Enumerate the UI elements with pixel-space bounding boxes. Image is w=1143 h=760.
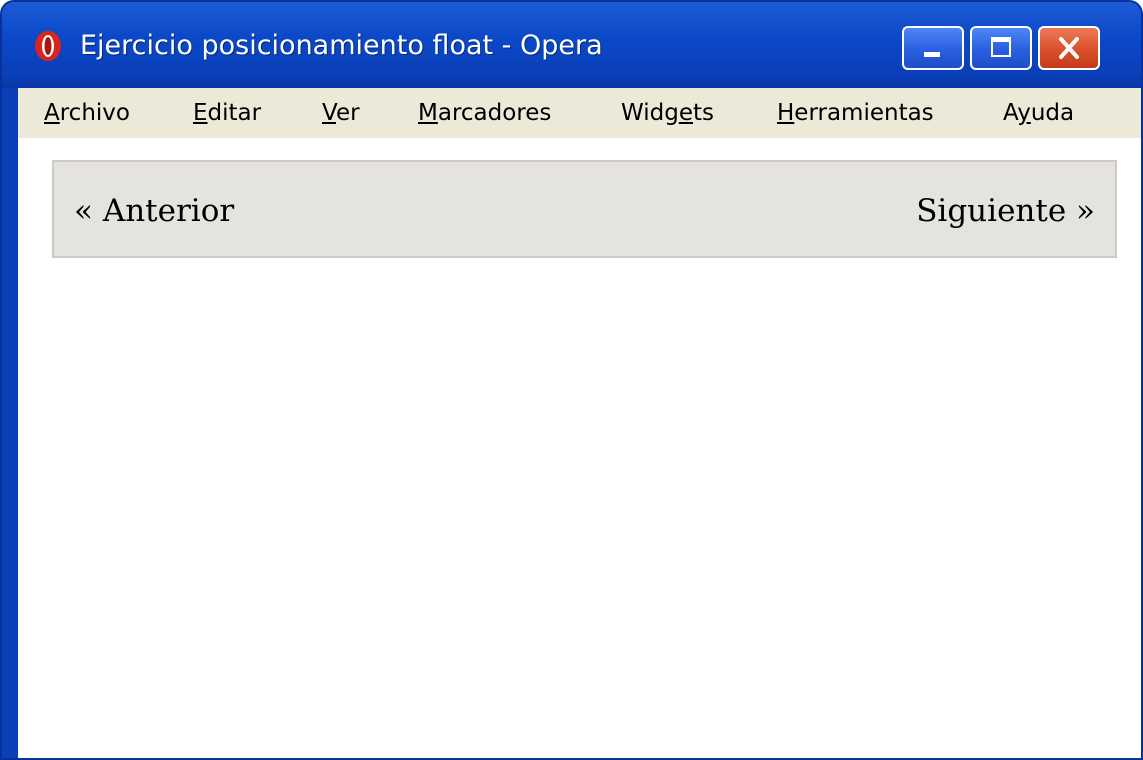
menu-archivo-mnemonic: A bbox=[44, 100, 60, 126]
menu-editar-mnemonic: E bbox=[193, 100, 208, 126]
maximize-button[interactable] bbox=[970, 26, 1032, 70]
menu-widgets-label: ts bbox=[692, 100, 714, 126]
menu-ayuda-prefix: A bbox=[1003, 100, 1018, 126]
title-bar[interactable]: Ejercicio posicionamiento float - Opera bbox=[2, 2, 1141, 88]
close-icon bbox=[1059, 37, 1079, 59]
menu-marcadores-mnemonic: M bbox=[418, 100, 438, 126]
menu-ver[interactable]: Ver bbox=[322, 98, 360, 128]
opera-logo-icon bbox=[35, 31, 61, 61]
menu-ayuda-label: uda bbox=[1030, 100, 1075, 126]
window-title: Ejercicio posicionamiento float - Opera bbox=[80, 30, 603, 61]
previous-link[interactable]: « Anterior bbox=[74, 192, 234, 230]
menu-ver-label: er bbox=[335, 100, 360, 126]
menu-archivo[interactable]: Archivo bbox=[44, 98, 130, 128]
close-button[interactable] bbox=[1038, 26, 1100, 70]
menu-editar[interactable]: Editar bbox=[193, 98, 261, 128]
pagination-nav: « Anterior Siguiente » bbox=[52, 160, 1117, 258]
menu-widgets-mnemonic: e bbox=[678, 100, 693, 126]
maximize-icon bbox=[991, 37, 1011, 57]
menu-marcadores[interactable]: Marcadores bbox=[418, 98, 551, 128]
menu-ayuda-mnemonic: y bbox=[1017, 100, 1031, 126]
menu-widgets-prefix: Widg bbox=[621, 100, 679, 126]
menu-bar: Archivo Editar Ver Marcadores Widgets He… bbox=[18, 88, 1141, 138]
menu-ayuda[interactable]: Ayuda bbox=[1003, 98, 1074, 128]
menu-widgets[interactable]: Widgets bbox=[621, 98, 714, 128]
menu-herramientas[interactable]: Herramientas bbox=[777, 98, 934, 128]
minimize-icon bbox=[924, 52, 940, 57]
menu-marcadores-label: arcadores bbox=[437, 100, 552, 126]
menu-herramientas-label: erramientas bbox=[794, 100, 934, 126]
menu-archivo-label: rchivo bbox=[59, 100, 130, 126]
next-link[interactable]: Siguiente » bbox=[916, 192, 1095, 230]
menu-ver-mnemonic: V bbox=[322, 100, 336, 126]
page-content: « Anterior Siguiente » bbox=[18, 138, 1141, 758]
menu-herramientas-mnemonic: H bbox=[777, 100, 795, 126]
menu-editar-label: ditar bbox=[207, 100, 262, 126]
browser-window: Ejercicio posicionamiento float - Opera … bbox=[0, 0, 1143, 760]
minimize-button[interactable] bbox=[902, 26, 964, 70]
